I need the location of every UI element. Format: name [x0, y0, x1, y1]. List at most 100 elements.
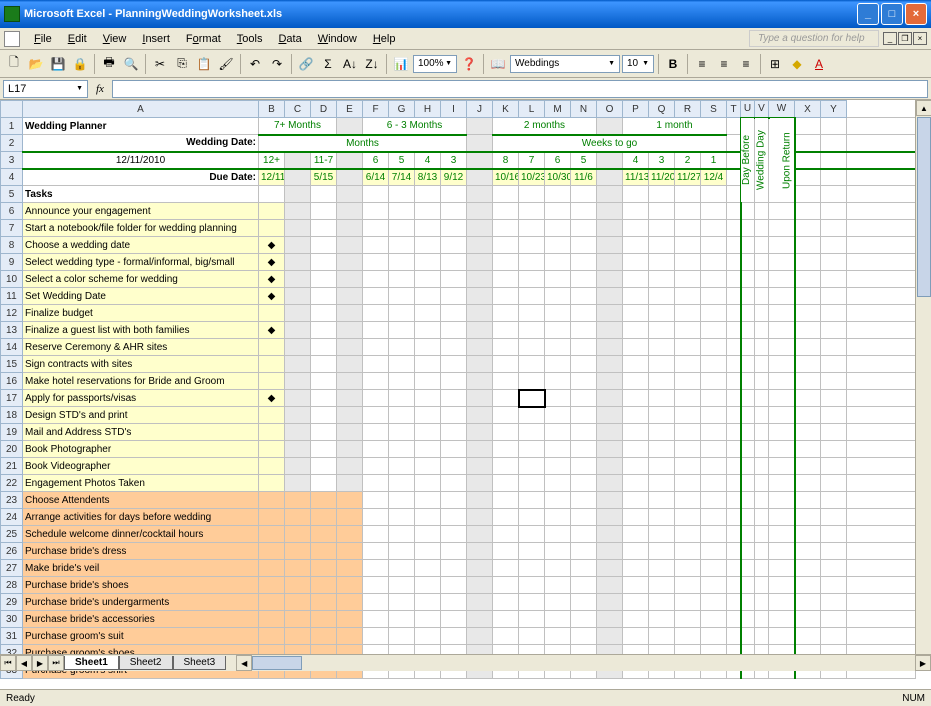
cell[interactable]	[337, 458, 363, 475]
cell[interactable]	[519, 509, 545, 526]
row-header[interactable]: 21	[1, 458, 23, 475]
row-header[interactable]: 23	[1, 492, 23, 509]
row-header[interactable]: 18	[1, 407, 23, 424]
cell[interactable]	[519, 203, 545, 220]
cell[interactable]	[597, 560, 623, 577]
cell[interactable]	[389, 560, 415, 577]
cell[interactable]	[337, 526, 363, 543]
cell[interactable]	[795, 118, 821, 135]
cell[interactable]	[545, 186, 571, 203]
cell[interactable]	[493, 220, 519, 237]
cell[interactable]	[259, 424, 285, 441]
cell[interactable]	[493, 407, 519, 424]
cell[interactable]	[741, 543, 755, 560]
cell[interactable]	[727, 475, 741, 492]
cell[interactable]	[493, 543, 519, 560]
cell[interactable]	[741, 220, 755, 237]
scroll-up-button[interactable]: ▲	[916, 100, 931, 116]
cell[interactable]	[727, 560, 741, 577]
cell[interactable]	[311, 560, 337, 577]
cell[interactable]	[597, 611, 623, 628]
cell[interactable]	[311, 509, 337, 526]
cell[interactable]	[571, 339, 597, 356]
cell[interactable]	[597, 407, 623, 424]
cell[interactable]	[363, 543, 389, 560]
cell[interactable]: 10/16	[493, 169, 519, 186]
cell[interactable]: Reserve Ceremony & AHR sites	[23, 339, 259, 356]
cell[interactable]	[259, 509, 285, 526]
cell[interactable]	[389, 628, 415, 645]
cell[interactable]	[795, 203, 821, 220]
help-icon[interactable]: ❓	[459, 54, 479, 74]
cell[interactable]	[727, 305, 741, 322]
cell[interactable]	[769, 492, 795, 509]
cell[interactable]	[311, 594, 337, 611]
cell[interactable]: 4	[623, 152, 649, 169]
cell[interactable]	[795, 407, 821, 424]
cell[interactable]	[389, 594, 415, 611]
cell[interactable]	[847, 390, 916, 407]
cell[interactable]	[675, 288, 701, 305]
cell[interactable]	[259, 560, 285, 577]
cell[interactable]	[701, 356, 727, 373]
cell[interactable]: Schedule welcome dinner/cocktail hours	[23, 526, 259, 543]
cell[interactable]	[649, 322, 675, 339]
open-icon[interactable]: 📂	[26, 54, 46, 74]
col-header[interactable]: K	[493, 101, 519, 118]
cell[interactable]	[467, 373, 493, 390]
cell[interactable]	[795, 628, 821, 645]
cell[interactable]	[259, 186, 285, 203]
cell[interactable]	[755, 560, 769, 577]
cell[interactable]: Weeks to go	[493, 135, 727, 152]
cell[interactable]	[571, 407, 597, 424]
cell[interactable]: Due Date:	[23, 169, 259, 186]
cell[interactable]	[337, 475, 363, 492]
save-icon[interactable]: 💾	[48, 54, 68, 74]
cell[interactable]: Wedding Planner	[23, 118, 259, 135]
cell[interactable]	[259, 458, 285, 475]
cell[interactable]	[545, 288, 571, 305]
cell[interactable]	[847, 458, 916, 475]
cell[interactable]	[795, 577, 821, 594]
cell[interactable]	[467, 271, 493, 288]
cell[interactable]	[649, 356, 675, 373]
cell[interactable]	[545, 339, 571, 356]
cell[interactable]	[467, 339, 493, 356]
cell[interactable]	[311, 475, 337, 492]
cell[interactable]	[519, 475, 545, 492]
cell[interactable]	[415, 594, 441, 611]
scroll-right-button[interactable]: ▶	[915, 655, 931, 671]
cell[interactable]	[847, 305, 916, 322]
cell[interactable]	[337, 152, 363, 169]
cell[interactable]	[821, 305, 847, 322]
cell[interactable]	[769, 271, 795, 288]
cell[interactable]	[847, 407, 916, 424]
cell[interactable]	[701, 271, 727, 288]
cell[interactable]	[415, 560, 441, 577]
cell[interactable]	[467, 492, 493, 509]
row-header[interactable]: 17	[1, 390, 23, 407]
cell[interactable]: Book Videographer	[23, 458, 259, 475]
cell[interactable]	[467, 475, 493, 492]
cell[interactable]	[847, 424, 916, 441]
cell[interactable]	[795, 424, 821, 441]
cell[interactable]	[623, 577, 649, 594]
row-header[interactable]: 3	[1, 152, 23, 169]
menu-tools[interactable]: Tools	[229, 31, 271, 47]
cell[interactable]	[493, 186, 519, 203]
cell[interactable]	[337, 407, 363, 424]
cell[interactable]	[389, 203, 415, 220]
cell[interactable]	[795, 526, 821, 543]
cell[interactable]	[755, 373, 769, 390]
worksheet-grid[interactable]: A B C D E F G H I J K L M N O P Q R S T …	[0, 100, 931, 688]
row-header[interactable]: 13	[1, 322, 23, 339]
col-header[interactable]: E	[337, 101, 363, 118]
cell[interactable]	[389, 458, 415, 475]
cell[interactable]	[337, 288, 363, 305]
cell[interactable]	[337, 577, 363, 594]
cell[interactable]	[285, 560, 311, 577]
cell[interactable]	[795, 475, 821, 492]
cell[interactable]	[337, 186, 363, 203]
menu-file[interactable]: File	[26, 31, 60, 47]
cell[interactable]	[727, 509, 741, 526]
